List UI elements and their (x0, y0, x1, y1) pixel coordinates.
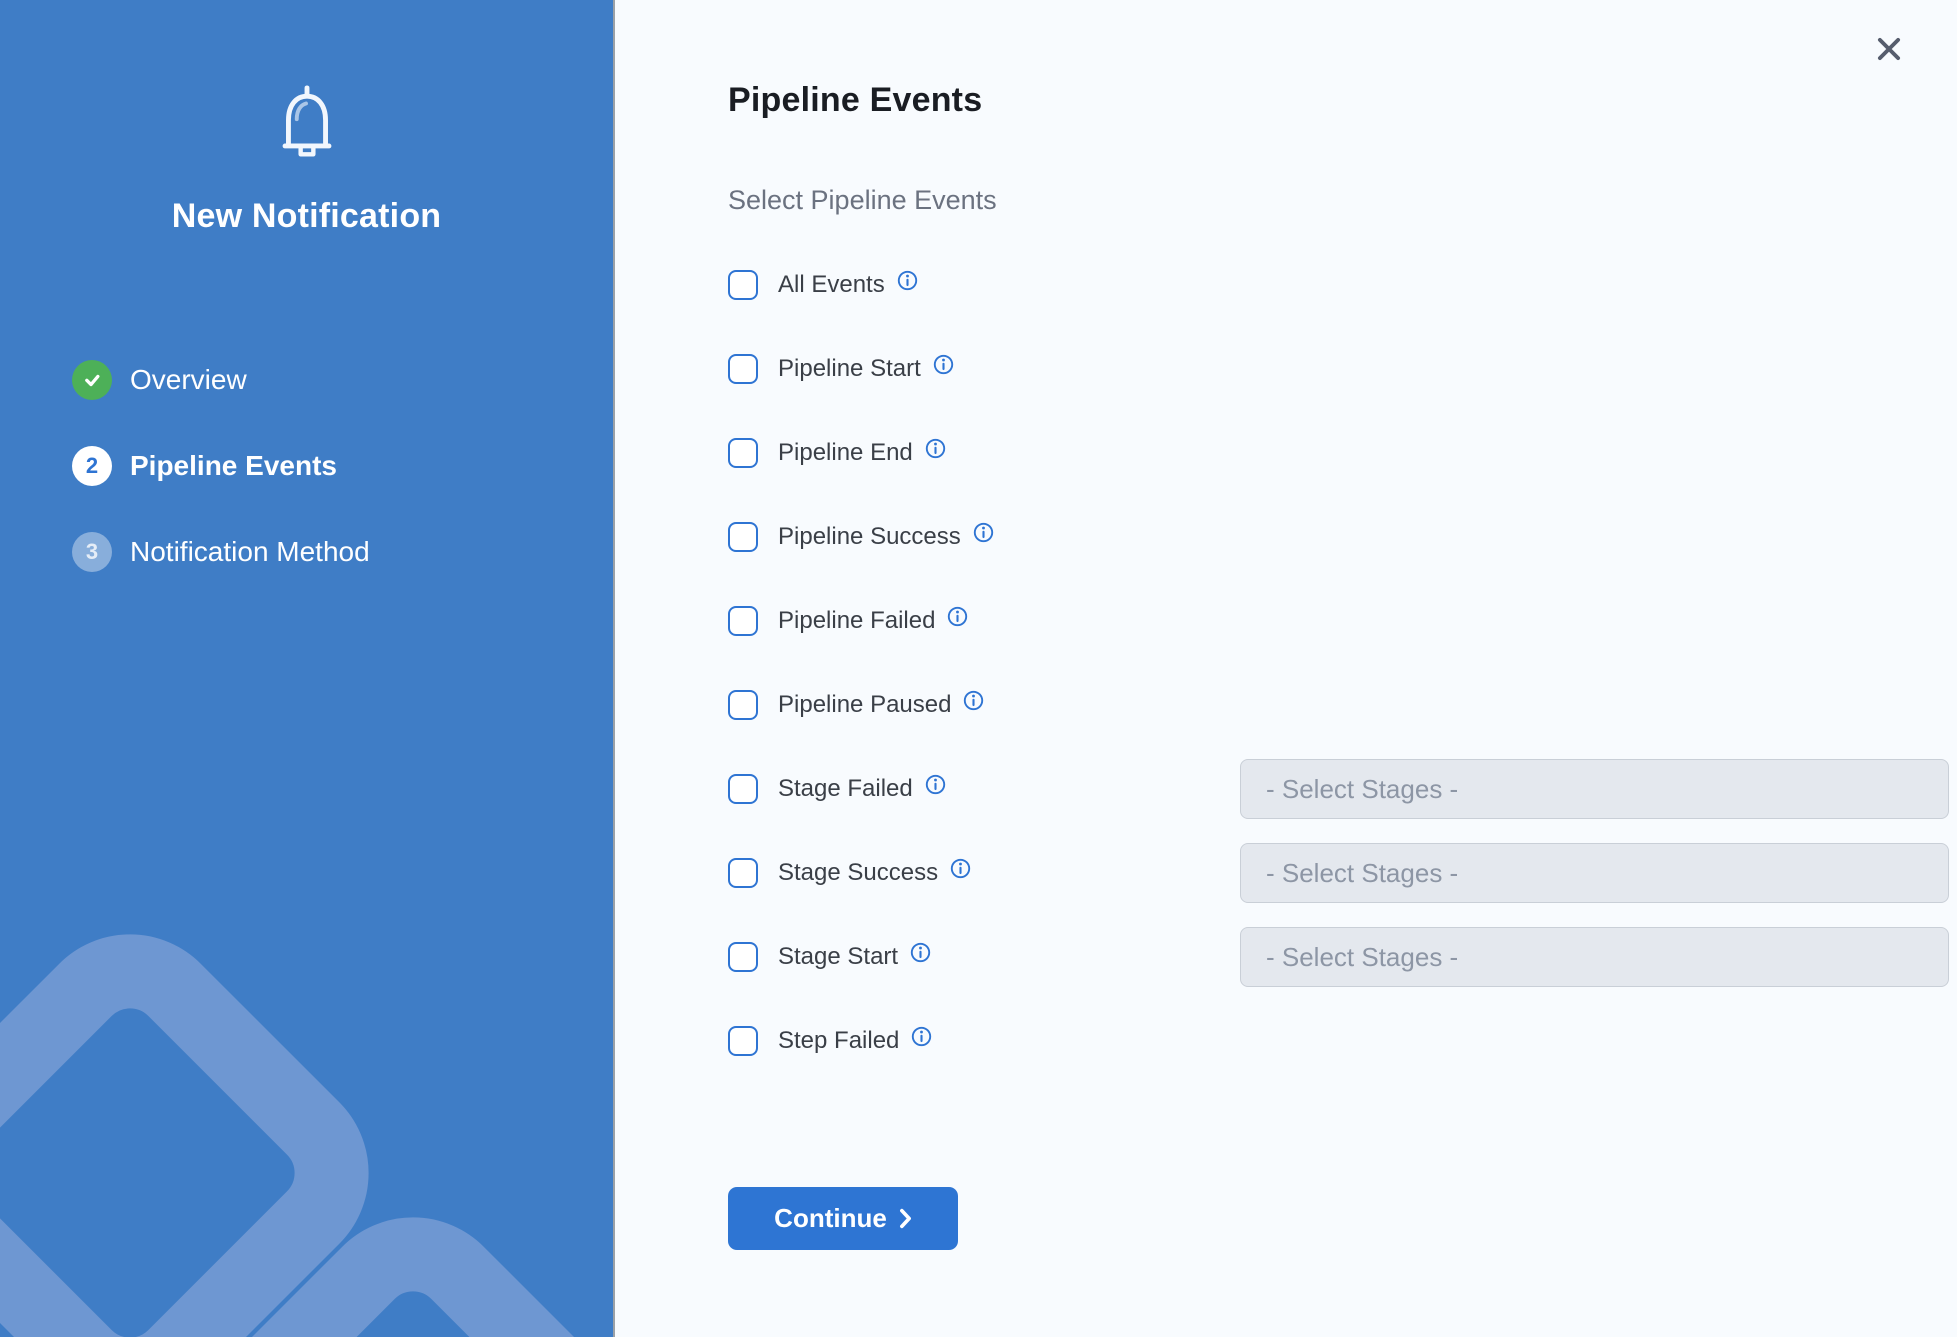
stage-select-dropdown[interactable]: - Select Stages - (1240, 759, 1949, 819)
event-checkbox[interactable] (728, 354, 758, 384)
event-label: Pipeline Paused (778, 691, 951, 719)
info-icon[interactable] (897, 270, 918, 291)
bell-icon (275, 84, 339, 166)
step-item[interactable]: 3 Notification Method (72, 532, 370, 572)
step-indicator: 2 (72, 446, 112, 486)
event-label: All Events (778, 271, 885, 299)
event-label: Pipeline End (778, 439, 913, 467)
event-label: Pipeline Start (778, 355, 921, 383)
event-row: Pipeline Success (728, 522, 1878, 552)
event-row: All Events (728, 270, 1878, 300)
continue-label: Continue (774, 1203, 887, 1234)
sidebar: New Notification Overview (0, 0, 615, 1337)
info-icon[interactable] (947, 606, 968, 627)
event-checkbox[interactable] (728, 1026, 758, 1056)
event-label: Stage Failed (778, 775, 913, 803)
stage-select-dropdown[interactable]: - Select Stages - (1240, 927, 1949, 987)
step-label: Notification Method (130, 536, 370, 568)
page-title: Pipeline Events (728, 81, 982, 120)
step-label: Pipeline Events (130, 450, 337, 482)
pipeline-events-panel: Pipeline Events Select Pipeline Events A… (615, 0, 1957, 1337)
step-item[interactable]: 2 Pipeline Events (72, 446, 370, 486)
event-row: Stage Success - Select Stages - (728, 858, 1878, 888)
event-label: Pipeline Failed (778, 607, 935, 635)
section-label: Select Pipeline Events (728, 185, 997, 216)
close-icon (1874, 34, 1904, 64)
info-icon[interactable] (933, 354, 954, 375)
event-checkbox[interactable] (728, 438, 758, 468)
info-icon[interactable] (910, 942, 931, 963)
info-icon[interactable] (973, 522, 994, 543)
event-label: Step Failed (778, 1027, 899, 1055)
event-row: Pipeline Start (728, 354, 1878, 384)
step-indicator (72, 360, 112, 400)
step-indicator: 3 (72, 532, 112, 572)
event-list: All Events Pipeline Start (728, 270, 1878, 1110)
info-icon[interactable] (925, 774, 946, 795)
step-label: Overview (130, 364, 247, 396)
event-checkbox[interactable] (728, 270, 758, 300)
event-row: Stage Start - Select Stages - (728, 942, 1878, 972)
event-checkbox[interactable] (728, 522, 758, 552)
info-icon[interactable] (925, 438, 946, 459)
event-label: Stage Success (778, 859, 938, 887)
event-checkbox[interactable] (728, 858, 758, 888)
close-button[interactable] (1868, 28, 1910, 70)
modal-title: New Notification (0, 197, 613, 236)
event-label: Pipeline Success (778, 523, 961, 551)
stage-select-dropdown[interactable]: - Select Stages - (1240, 843, 1949, 903)
continue-button[interactable]: Continue (728, 1187, 958, 1250)
event-row: Pipeline End (728, 438, 1878, 468)
event-checkbox[interactable] (728, 690, 758, 720)
event-row: Pipeline Paused (728, 690, 1878, 720)
event-row: Step Failed (728, 1026, 1878, 1056)
step-list: Overview 2 Pipeline Events 3 Notific (72, 360, 370, 572)
step-item[interactable]: Overview (72, 360, 370, 400)
chevron-right-icon (899, 1208, 912, 1229)
sidebar-header: New Notification (0, 0, 613, 236)
event-checkbox[interactable] (728, 942, 758, 972)
info-icon[interactable] (950, 858, 971, 879)
step-number: 2 (86, 453, 98, 479)
event-checkbox[interactable] (728, 774, 758, 804)
info-icon[interactable] (963, 690, 984, 711)
event-checkbox[interactable] (728, 606, 758, 636)
event-row: Pipeline Failed (728, 606, 1878, 636)
event-row: Stage Failed - Select Stages - (728, 774, 1878, 804)
check-icon (79, 367, 105, 393)
event-label: Stage Start (778, 943, 898, 971)
step-number: 3 (86, 539, 98, 565)
info-icon[interactable] (911, 1026, 932, 1047)
